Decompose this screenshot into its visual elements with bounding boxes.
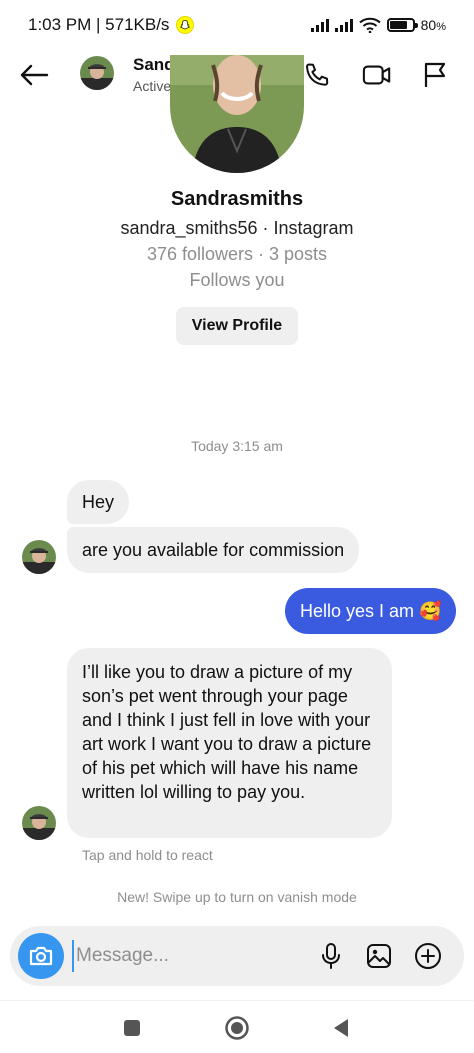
status-time-speed: 1:03 PM | 571KB/s: [28, 15, 170, 34]
profile-handle: sandra_smiths56 · Instagram: [120, 218, 354, 238]
message-bubble-outgoing[interactable]: Hello yes I am 🥰: [285, 588, 457, 634]
camera-icon: [29, 946, 53, 966]
voice-message-button[interactable]: [316, 941, 346, 971]
system-nav-bar: [0, 1000, 474, 1053]
profile-name: Sandrasmiths: [170, 188, 304, 210]
gallery-icon: [367, 944, 391, 968]
status-left: 1:03 PM | 571KB/s: [28, 15, 195, 35]
signal-icon-2: [334, 18, 353, 32]
follows-you-label: Follows you: [189, 270, 285, 290]
back-arrow-icon: [20, 64, 49, 86]
square-icon: [124, 1020, 140, 1036]
phone-icon: [306, 63, 329, 86]
microphone-icon: [322, 943, 340, 969]
message-bubble-incoming[interactable]: I’ll like you to draw a picture of my so…: [67, 648, 392, 838]
video-call-button[interactable]: [362, 60, 392, 90]
gallery-button[interactable]: [364, 941, 394, 971]
react-hint: Tap and hold to react: [82, 847, 213, 863]
message-bubble-incoming[interactable]: are you available for commission: [67, 527, 360, 573]
home-button[interactable]: [222, 1013, 252, 1043]
profile-photo[interactable]: [170, 55, 304, 173]
signal-icon: [310, 18, 329, 32]
header-avatar[interactable]: [80, 56, 114, 90]
view-profile-button[interactable]: View Profile: [176, 307, 298, 345]
home-circle-icon: [225, 1016, 249, 1040]
back-triangle-icon: [334, 1019, 348, 1037]
message-timestamp: Today 3:15 am: [191, 438, 283, 454]
video-icon: [362, 65, 391, 85]
battery-icon: [386, 18, 418, 32]
message-input[interactable]: [72, 940, 302, 972]
message-bubble-incoming[interactable]: Hey: [67, 480, 130, 524]
more-options-button[interactable]: [413, 941, 443, 971]
sender-avatar[interactable]: [22, 540, 56, 574]
back-button[interactable]: [18, 60, 50, 90]
battery-percent: 80%: [420, 17, 446, 33]
recents-button[interactable]: [117, 1013, 147, 1043]
vanish-mode-hint[interactable]: New! Swipe up to turn on vanish mode: [0, 889, 474, 905]
status-bar: 1:03 PM | 571KB/s 80%: [0, 0, 474, 50]
battery-fill: [389, 21, 408, 29]
status-right: 80%: [310, 17, 446, 33]
sender-avatar[interactable]: [22, 806, 56, 840]
profile-stats: 376 followers · 3 posts: [146, 244, 328, 264]
report-button[interactable]: [420, 60, 450, 90]
wifi-icon: [358, 17, 381, 33]
snapchat-icon: [176, 16, 195, 34]
camera-button[interactable]: [18, 933, 64, 979]
call-button[interactable]: [302, 60, 332, 90]
flag-icon: [424, 62, 446, 87]
system-back-button[interactable]: [326, 1013, 356, 1043]
add-icon: [415, 943, 441, 969]
message-composer: [10, 926, 464, 986]
